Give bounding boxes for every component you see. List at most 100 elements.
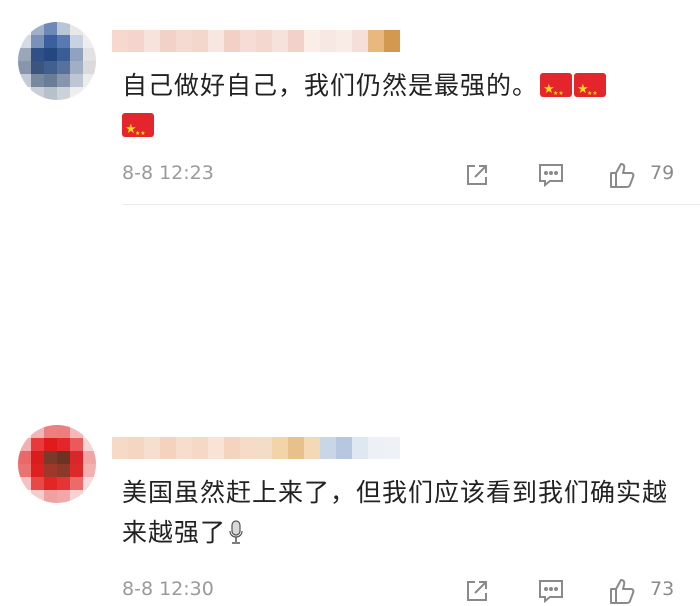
comment-item: 自己做好自己，我们仍然是最强的。 8-8 12:23 79 [0, 0, 700, 204]
avatar-pixel [70, 87, 83, 100]
username-pixel [240, 437, 256, 459]
username-pixel [256, 30, 272, 52]
username-pixel [336, 30, 352, 52]
username-pixel [128, 30, 144, 52]
username-pixel [176, 437, 192, 459]
username-pixel [208, 437, 224, 459]
avatar-pixel [44, 451, 57, 464]
china-flag-emoji [122, 110, 154, 154]
username-pixel [160, 437, 176, 459]
avatar-pixel [18, 477, 31, 490]
username-pixel [368, 437, 384, 459]
avatar-pixel [44, 22, 57, 35]
comment-icon[interactable] [536, 160, 566, 190]
avatar-pixel [83, 464, 96, 477]
avatar-pixel [70, 61, 83, 74]
username-pixel [272, 437, 288, 459]
timestamp: 8-8 12:23 [122, 162, 214, 184]
username-pixel [112, 30, 128, 52]
comment-meta: 8-8 12:23 79 [122, 160, 682, 190]
username-pixel [368, 30, 384, 52]
avatar-pixel [31, 490, 44, 503]
avatar-pixel [31, 35, 44, 48]
username-pixel [384, 30, 400, 52]
avatar-pixel [31, 61, 44, 74]
username-pixel [224, 437, 240, 459]
username-pixel [288, 30, 304, 52]
avatar-pixel [57, 451, 70, 464]
avatar-pixel [70, 22, 83, 35]
avatar-pixel [70, 48, 83, 61]
avatar-pixel [70, 464, 83, 477]
avatar-pixel [70, 477, 83, 490]
share-icon[interactable] [462, 160, 492, 190]
microphone-emoji [229, 520, 243, 544]
avatar-pixel [18, 87, 31, 100]
avatar-pixel [18, 74, 31, 87]
username-pixel [352, 437, 368, 459]
comment-text: 自己做好自己，我们仍然是最强的。 [122, 66, 682, 154]
avatar-pixel [44, 35, 57, 48]
username-pixel [224, 30, 240, 52]
avatar-pixel [44, 425, 57, 438]
avatar-pixel [44, 464, 57, 477]
username-pixel [144, 437, 160, 459]
avatar-pixel [83, 438, 96, 451]
avatar-pixel [57, 48, 70, 61]
avatar-pixel [44, 61, 57, 74]
comment-icon[interactable] [536, 576, 566, 606]
avatar-pixel [31, 74, 44, 87]
comment-text-body: 美国虽然赶上来了，但我们应该看到我们确实越来越强了 [122, 478, 669, 547]
avatar-pixel [57, 477, 70, 490]
avatar-pixel [83, 48, 96, 61]
username-pixel [192, 437, 208, 459]
avatar-pixel [57, 87, 70, 100]
avatar-pixel [44, 74, 57, 87]
avatar-pixel [44, 438, 57, 451]
avatar-pixel [18, 35, 31, 48]
avatar-pixel [18, 451, 31, 464]
avatar-pixel [70, 425, 83, 438]
avatar-pixel [57, 438, 70, 451]
avatar-pixel [70, 74, 83, 87]
comment-meta: 8-8 12:30 73 [122, 576, 682, 606]
avatar-pixel [83, 490, 96, 503]
avatar-pixel [44, 87, 57, 100]
china-flag-emoji [574, 70, 607, 114]
avatar-pixel [31, 48, 44, 61]
timestamp: 8-8 12:30 [122, 578, 214, 600]
username-pixel [288, 437, 304, 459]
avatar-pixel [31, 425, 44, 438]
avatar-pixel [18, 464, 31, 477]
share-icon[interactable] [462, 576, 492, 606]
avatar-pixel [57, 464, 70, 477]
thumbs-up-icon[interactable] [608, 160, 638, 190]
username-pixel [320, 30, 336, 52]
comment-text-body: 自己做好自己，我们仍然是最强的。 [122, 71, 539, 100]
thumbs-up-icon[interactable] [608, 576, 638, 606]
avatar-pixel [18, 61, 31, 74]
username-pixel [336, 437, 352, 459]
avatar-pixel [31, 87, 44, 100]
avatar-pixel [44, 490, 57, 503]
username[interactable] [112, 437, 400, 459]
avatar-pixel [31, 477, 44, 490]
username[interactable] [112, 30, 400, 52]
username-pixel [304, 30, 320, 52]
avatar-pixel [70, 438, 83, 451]
username-pixel [256, 437, 272, 459]
avatar-pixel [31, 22, 44, 35]
avatar-pixel [83, 35, 96, 48]
avatar-pixel [57, 490, 70, 503]
avatar-pixel [44, 48, 57, 61]
username-pixel [240, 30, 256, 52]
avatar-pixel [57, 74, 70, 87]
username-pixel [128, 437, 144, 459]
username-pixel [144, 30, 160, 52]
avatar-pixel [57, 35, 70, 48]
avatar[interactable] [18, 425, 96, 503]
avatar-pixel [83, 87, 96, 100]
avatar[interactable] [18, 22, 96, 100]
username-pixel [160, 30, 176, 52]
avatar-pixel [70, 490, 83, 503]
